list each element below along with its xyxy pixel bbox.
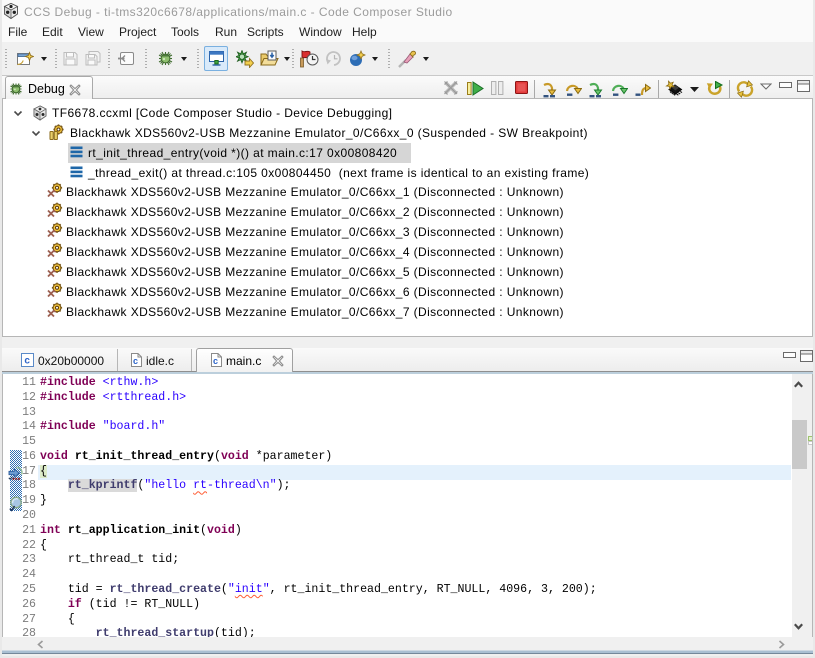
svg-text:c: c <box>24 356 30 367</box>
